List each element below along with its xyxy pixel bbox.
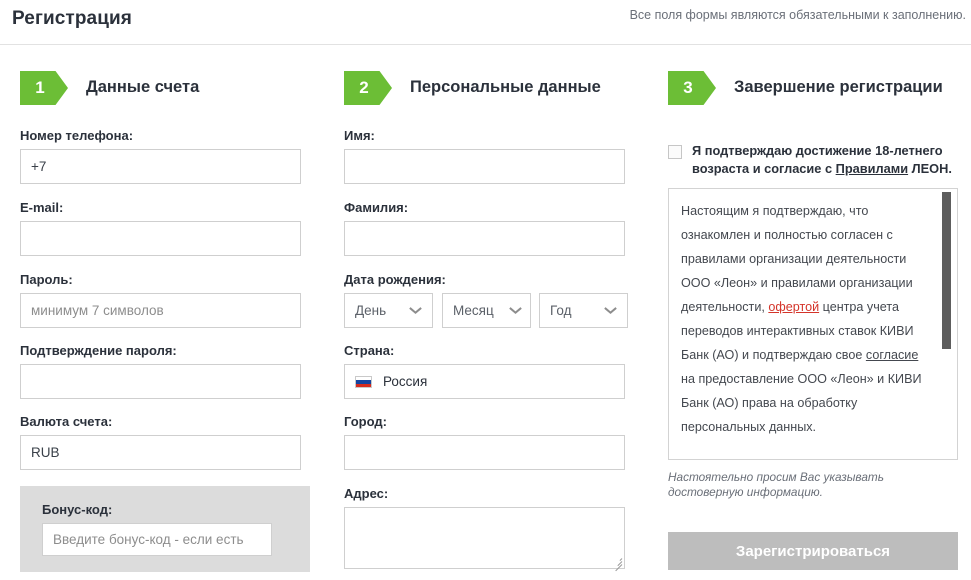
field-password-confirm: Подтверждение пароля: — [20, 343, 301, 399]
age-consent-text: Я подтверждаю достижение 18-летнего возр… — [692, 142, 958, 178]
last-name-input[interactable] — [344, 221, 625, 256]
birth-year-value: Год — [550, 303, 572, 318]
chevron-down-icon — [510, 307, 521, 314]
terms-scroll-box[interactable]: Настоящим я подтверждаю, что ознакомлен … — [668, 188, 958, 460]
terms-paragraph-1: Настоящим я подтверждаю, что ознакомлен … — [681, 199, 935, 439]
step-title-3: Завершение регистрации — [734, 78, 943, 97]
email-input[interactable] — [20, 221, 301, 256]
field-phone: Номер телефона: — [20, 128, 301, 184]
password-input[interactable] — [20, 293, 301, 328]
terms-p1-part-c: на предоставление ООО «Леон» и КИВИ Банк… — [681, 372, 922, 434]
password-label: Пароль: — [20, 272, 301, 287]
age-consent-text-after: ЛЕОН. — [908, 161, 952, 176]
first-name-label: Имя: — [344, 128, 625, 143]
consent-link[interactable]: согласие — [866, 348, 918, 362]
field-last-name: Фамилия: — [344, 200, 625, 256]
step-badge-3: 3 — [668, 71, 716, 105]
age-consent-checkbox[interactable] — [668, 145, 682, 159]
page-title: Регистрация — [12, 8, 132, 30]
city-input[interactable] — [344, 435, 625, 470]
step-badge-2: 2 — [344, 71, 392, 105]
bonus-code-panel: Бонус-код: — [20, 486, 310, 572]
terms-paragraph-2: Подтверждаю достоверность указанных мной… — [681, 457, 935, 460]
bonus-code-label: Бонус-код: — [42, 502, 310, 517]
birth-month-value: Месяц — [453, 303, 494, 318]
currency-label: Валюта счета: — [20, 414, 301, 429]
field-email: E-mail: — [20, 200, 301, 256]
field-country: Страна: Россия — [344, 343, 625, 399]
address-textarea[interactable] — [344, 507, 625, 569]
terms-scrollbar-thumb[interactable] — [942, 192, 951, 349]
chevron-down-icon — [605, 307, 616, 314]
field-password: Пароль: — [20, 272, 301, 328]
step-header-3: 3 Завершение регистрации — [660, 60, 965, 106]
oferta-link[interactable]: офертой — [768, 300, 819, 314]
last-name-label: Фамилия: — [344, 200, 625, 215]
required-fields-note: Все поля формы являются обязательными к … — [630, 8, 966, 22]
rules-link[interactable]: Правилами — [836, 161, 908, 176]
step-badge-1: 1 — [20, 71, 68, 105]
city-label: Город: — [344, 414, 625, 429]
page-header: Регистрация Все поля формы являются обяз… — [0, 0, 971, 45]
field-currency: Валюта счета: — [20, 414, 301, 470]
field-city: Город: — [344, 414, 625, 470]
country-label: Страна: — [344, 343, 625, 358]
field-birth-date: Дата рождения: День Месяц Год — [344, 272, 634, 328]
birth-year-select[interactable]: Год — [539, 293, 628, 328]
column-completion: 3 Завершение регистрации Я подтверждаю д… — [660, 60, 965, 106]
terms-scrollbar-track[interactable] — [945, 192, 954, 458]
column-account-data: 1 Данные счета Номер телефона: E-mail: П… — [12, 60, 324, 106]
birth-day-select[interactable]: День — [344, 293, 433, 328]
step-header-1: 1 Данные счета — [12, 60, 324, 106]
country-select[interactable]: Россия — [344, 364, 625, 399]
terms-p1-part-a: Настоящим я подтверждаю, что ознакомлен … — [681, 204, 913, 314]
birth-date-label: Дата рождения: — [344, 272, 634, 287]
address-label: Адрес: — [344, 486, 625, 501]
chevron-down-icon — [410, 307, 421, 314]
birth-date-selects: День Месяц Год — [344, 293, 634, 328]
column-personal-data: 2 Персональные данные Имя: Фамилия: Дата… — [336, 60, 648, 106]
trust-note: Настоятельно просим Вас указывать достов… — [668, 470, 958, 500]
register-submit-button[interactable]: Зарегистрироваться — [668, 532, 958, 570]
password-confirm-input[interactable] — [20, 364, 301, 399]
age-consent-row: Я подтверждаю достижение 18-летнего возр… — [668, 142, 958, 178]
email-label: E-mail: — [20, 200, 301, 215]
first-name-input[interactable] — [344, 149, 625, 184]
phone-input[interactable] — [20, 149, 301, 184]
field-address: Адрес: — [344, 486, 625, 569]
currency-input[interactable] — [20, 435, 301, 470]
phone-label: Номер телефона: — [20, 128, 301, 143]
birth-month-select[interactable]: Месяц — [442, 293, 531, 328]
registration-page: Регистрация Все поля формы являются обяз… — [0, 0, 971, 580]
country-value: Россия — [383, 374, 427, 389]
terms-text: Настоящим я подтверждаю, что ознакомлен … — [669, 189, 957, 460]
password-confirm-label: Подтверждение пароля: — [20, 343, 301, 358]
russia-flag-icon — [355, 376, 372, 388]
step-title-1: Данные счета — [86, 78, 199, 97]
field-first-name: Имя: — [344, 128, 625, 184]
step-title-2: Персональные данные — [410, 78, 601, 97]
birth-day-value: День — [355, 303, 386, 318]
step-header-2: 2 Персональные данные — [336, 60, 648, 106]
bonus-code-input[interactable] — [42, 523, 272, 556]
